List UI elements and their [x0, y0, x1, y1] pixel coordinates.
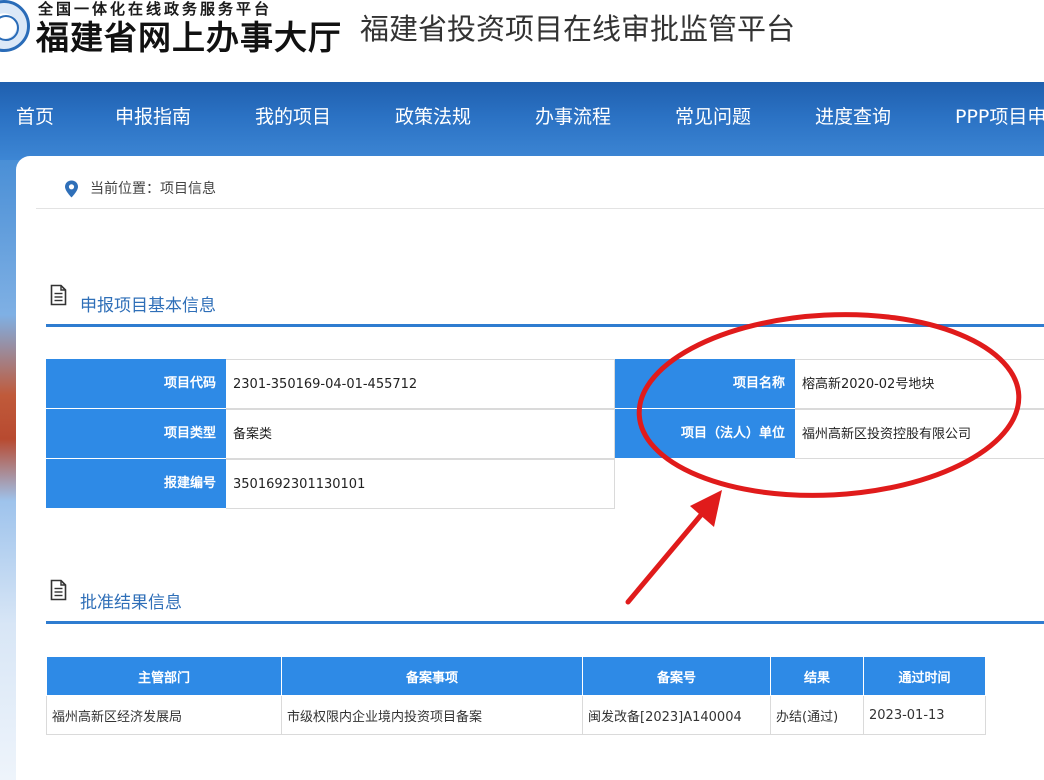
nav-item-process[interactable]: 办事流程: [535, 102, 611, 129]
section-title-basic-info: 申报项目基本信息: [80, 296, 216, 316]
section-title-approval: 批准结果信息: [80, 593, 182, 613]
table-header-row: 主管部门 备案事项 备案号 结果 通过时间: [46, 656, 986, 696]
nav-item-policies[interactable]: 政策法规: [395, 102, 471, 129]
project-code-label: 项目代码: [46, 359, 226, 409]
project-name-value: 榕高新2020-02号地块: [795, 359, 1044, 409]
table-cell: 闽发改备[2023]A140004: [582, 695, 771, 735]
nav-item-my-projects[interactable]: 我的项目: [255, 102, 331, 129]
platform-emblem-icon: [0, 0, 30, 52]
breadcrumb: 当前位置：项目信息: [90, 181, 216, 197]
table-cell: 2023-01-13: [863, 695, 986, 735]
table-cell: 福州高新区经济发展局: [46, 695, 282, 735]
table-cell: 办结(通过): [770, 695, 864, 735]
nav-item-progress[interactable]: 进度查询: [815, 102, 891, 129]
site-header: 全国一体化在线政务服务平台 福建省网上办事大厅 福建省投资项目在线审批监管平台: [0, 0, 1044, 82]
nav-item-faq[interactable]: 常见问题: [675, 102, 751, 129]
brand-name[interactable]: 福建省网上办事大厅: [36, 11, 342, 59]
breadcrumb-divider: [36, 208, 1044, 209]
table-row: 福州高新区经济发展局 市级权限内企业境内投资项目备案 闽发改备[2023]A14…: [46, 695, 986, 735]
column-header: 备案号: [582, 656, 771, 696]
project-code-value: 2301-350169-04-01-455712: [226, 359, 615, 409]
approval-table: 主管部门 备案事项 备案号 结果 通过时间 福州高新区经济发展局 市级权限内企业…: [46, 656, 986, 735]
project-type-label: 项目类型: [46, 409, 226, 459]
column-header: 主管部门: [46, 656, 282, 696]
location-pin-icon: [65, 180, 78, 198]
filing-no-value: 3501692301130101: [226, 459, 615, 509]
nav-item-guide[interactable]: 申报指南: [115, 102, 191, 129]
project-type-value: 备案类: [226, 409, 615, 459]
section-divider: [46, 324, 1044, 327]
section-divider: [46, 621, 1044, 624]
nav-item-ppp[interactable]: PPP项目申: [955, 102, 1044, 129]
main-nav: 首页 申报指南 我的项目 政策法规 办事流程 常见问题 进度查询 PPP项目申: [0, 82, 1044, 160]
platform-title: 福建省投资项目在线审批监管平台: [360, 12, 796, 46]
table-cell: 市级权限内企业境内投资项目备案: [281, 695, 583, 735]
column-header: 备案事项: [281, 656, 583, 696]
column-header: 结果: [770, 656, 864, 696]
document-icon: [50, 579, 67, 601]
legal-unit-value: 福州高新区投资控股有限公司: [795, 409, 1044, 459]
filing-no-label: 报建编号: [46, 459, 226, 509]
project-name-label: 项目名称: [615, 359, 795, 409]
legal-unit-label: 项目（法人）单位: [615, 409, 795, 459]
column-header: 通过时间: [863, 656, 986, 696]
document-icon: [50, 284, 67, 306]
nav-item-home[interactable]: 首页: [16, 102, 54, 129]
